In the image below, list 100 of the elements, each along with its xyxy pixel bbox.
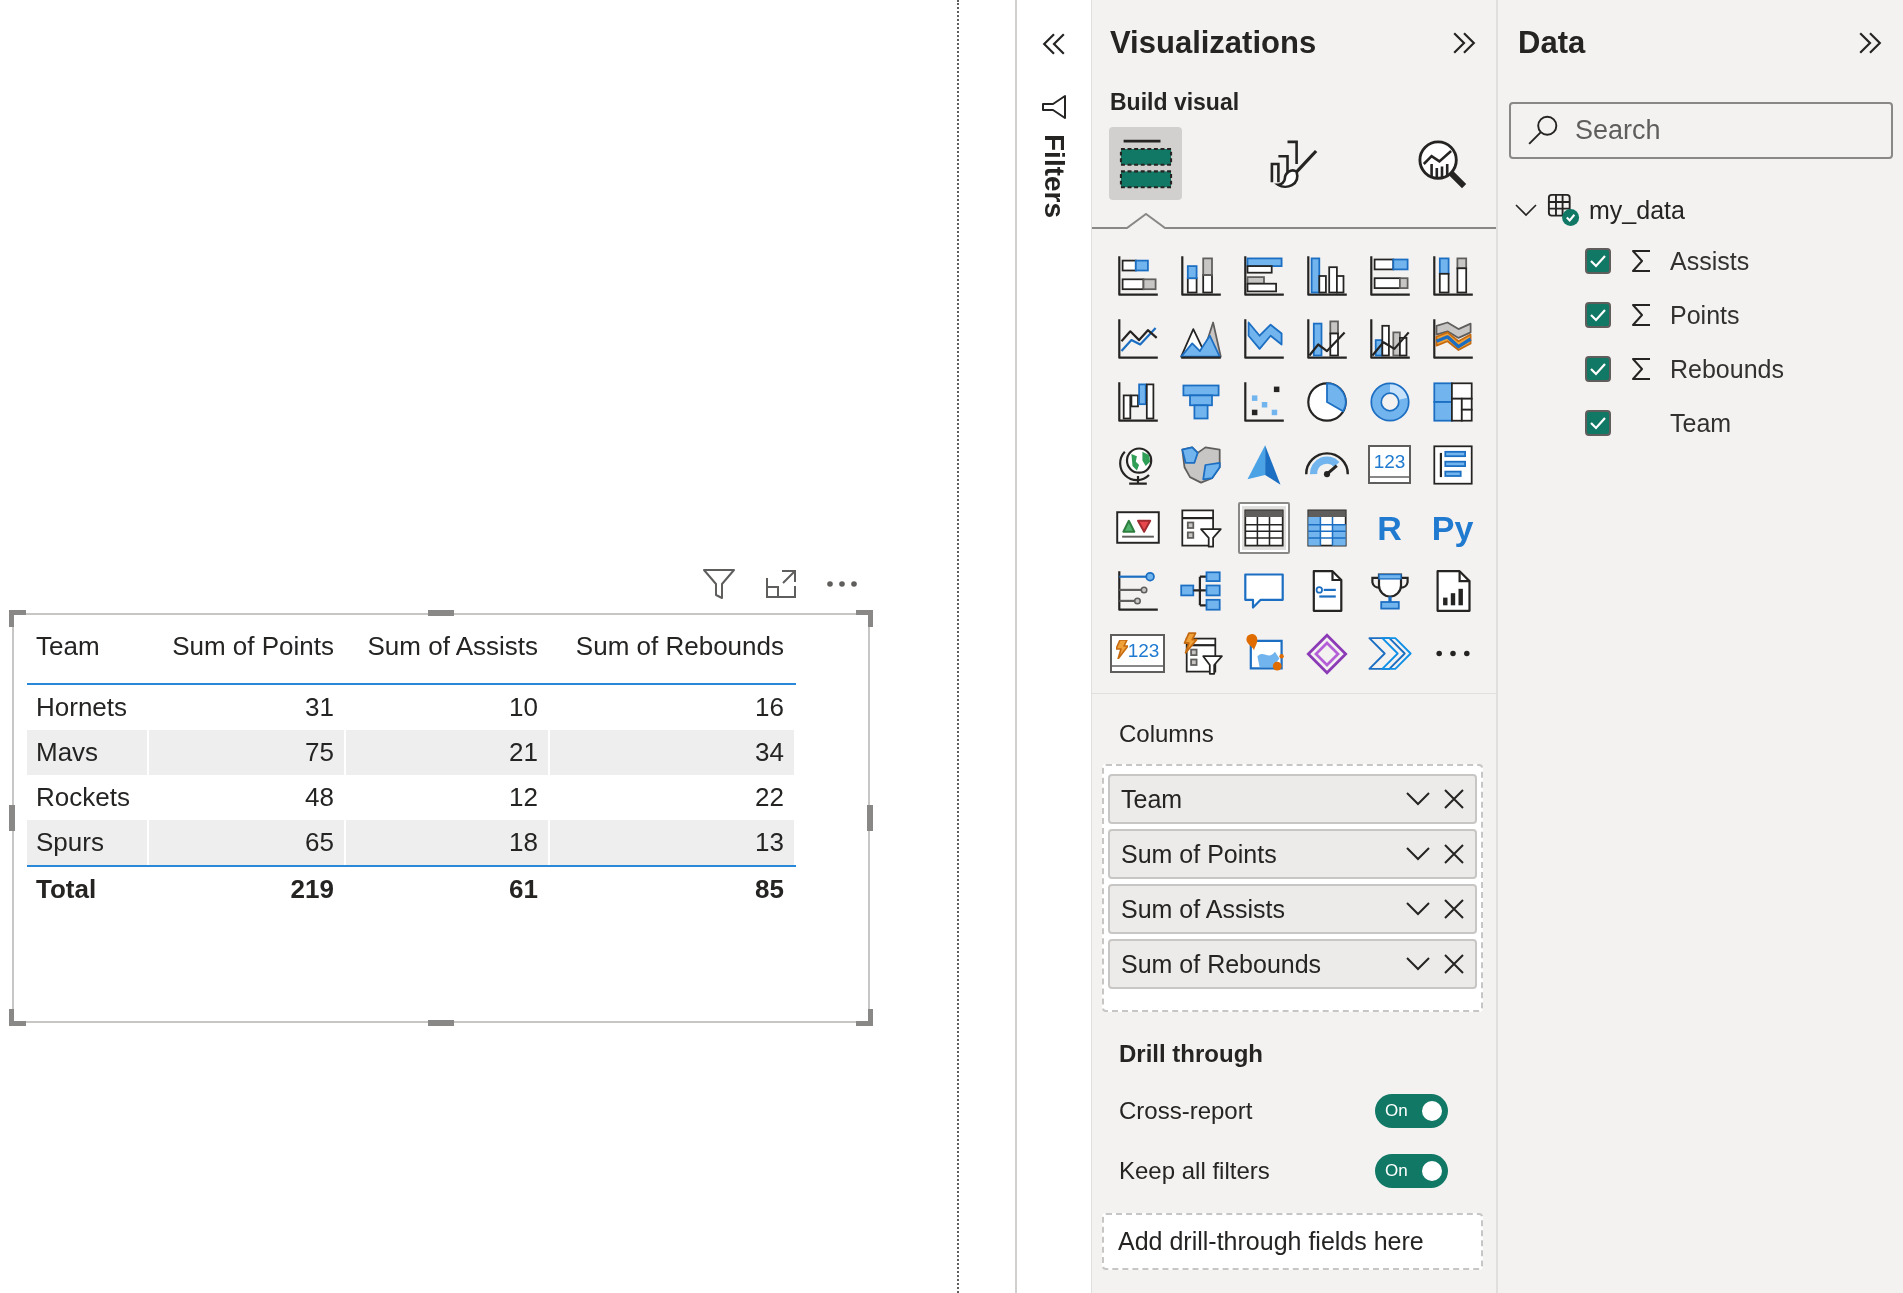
filters-pane-title[interactable]: Filters <box>1038 134 1070 219</box>
sigma-icon <box>1629 302 1653 328</box>
resize-handle[interactable] <box>867 805 873 831</box>
chevron-down-icon[interactable] <box>1405 956 1431 972</box>
toggle-switch[interactable]: On <box>1375 1154 1448 1188</box>
pane-title: Data <box>1518 25 1586 61</box>
checkbox[interactable] <box>1585 356 1611 382</box>
script-visual-button[interactable]: Py <box>1431 507 1474 548</box>
resize-handle[interactable] <box>428 610 454 616</box>
more-icon <box>1435 650 1470 657</box>
stacked-bar-chart-icon <box>1115 253 1160 298</box>
resize-handle[interactable] <box>9 1009 26 1026</box>
card-visual-button[interactable]: 123 <box>1109 634 1166 673</box>
table-cell: 34 <box>550 730 796 775</box>
pie-chart-icon <box>1304 379 1349 424</box>
chevron-icon[interactable] <box>1514 203 1538 217</box>
line-and-clustered-column-chart-icon <box>1367 316 1412 361</box>
resize-handle[interactable] <box>9 805 15 831</box>
search-field[interactable]: Search <box>1509 102 1893 159</box>
line-chart-icon <box>1115 316 1160 361</box>
section-title: Columns <box>1119 722 1214 746</box>
checkbox[interactable] <box>1585 410 1611 436</box>
field-name[interactable]: Team <box>1670 408 1732 438</box>
search-icon <box>1527 114 1559 146</box>
field-pill[interactable]: Sum of Rebounds <box>1108 939 1477 989</box>
multi-row-card-icon <box>1430 442 1475 487</box>
decomposition-tree-icon <box>1178 568 1223 613</box>
double-chevron-icon[interactable] <box>1042 32 1066 56</box>
resize-handle[interactable] <box>9 610 26 627</box>
kpi-icon <box>1115 511 1160 544</box>
donut-chart-icon <box>1367 379 1412 424</box>
ribbon-chart-icon <box>1430 316 1475 361</box>
column-header[interactable]: Sum of Assists <box>346 623 550 685</box>
close-icon[interactable] <box>1443 898 1465 920</box>
double-chevron-icon[interactable] <box>1858 31 1882 55</box>
sigma-icon <box>1629 356 1653 382</box>
stacked-column-chart-icon <box>1178 253 1223 298</box>
table-check-icon <box>1547 193 1581 227</box>
waterfall-chart-icon <box>1115 379 1160 424</box>
lightning-icon <box>1115 640 1128 659</box>
card-visual-button[interactable]: 123 <box>1367 445 1412 484</box>
table-cell-text: 31 <box>304 691 335 724</box>
field-pill[interactable]: Sum of Assists <box>1108 884 1477 934</box>
table-cell: Mavs <box>27 730 149 775</box>
drop-zone: Add drill-through fields here <box>1102 1213 1483 1270</box>
checkbox[interactable] <box>1585 248 1611 274</box>
resize-handle[interactable] <box>856 610 873 627</box>
toggle-label: Cross-report <box>1119 1097 1253 1125</box>
toggle-switch[interactable]: On <box>1375 1094 1448 1128</box>
field-pill[interactable]: Team <box>1108 774 1477 824</box>
field-name[interactable]: Assists <box>1670 246 1750 276</box>
total-cell: Total <box>27 865 149 911</box>
mode-tab[interactable] <box>1109 127 1182 200</box>
field-pill[interactable]: Sum of Points <box>1108 829 1477 879</box>
table-cell: 75 <box>149 730 346 775</box>
table-cell: 65 <box>149 820 346 865</box>
sigma-icon <box>1629 248 1653 274</box>
table-cell-text: Rockets <box>35 781 131 814</box>
chevron-icon <box>1367 637 1412 670</box>
treemap-icon <box>1430 379 1475 424</box>
close-icon[interactable] <box>1443 788 1465 810</box>
table-cell-text: 12 <box>508 781 539 814</box>
chevron-down-icon[interactable] <box>1405 791 1431 807</box>
clustered-bar-chart-icon <box>1241 253 1286 298</box>
total-cell: 219 <box>149 865 346 911</box>
column-header[interactable]: Team <box>27 623 149 685</box>
table-cell-text: 10 <box>508 691 539 724</box>
scatter-chart-icon <box>1241 379 1286 424</box>
table-cell: Spurs <box>27 820 149 865</box>
chevron-down-icon[interactable] <box>1405 846 1431 862</box>
close-icon[interactable] <box>1443 843 1465 865</box>
gauge-icon <box>1304 451 1349 478</box>
table-cell: 18 <box>346 820 550 865</box>
table-name[interactable]: my_data <box>1589 195 1685 225</box>
table-cell-text: 16 <box>754 691 785 724</box>
chevron-down-icon[interactable] <box>1405 901 1431 917</box>
more-icon[interactable] <box>826 580 858 588</box>
toggle-label: Keep all filters <box>1119 1157 1270 1185</box>
filter-icon[interactable] <box>1040 94 1068 120</box>
resize-handle[interactable] <box>856 1009 873 1026</box>
field-name[interactable]: Rebounds <box>1670 354 1784 384</box>
checkbox[interactable] <box>1585 302 1611 328</box>
section-title: Build visual <box>1110 88 1240 117</box>
pane-title: Visualizations <box>1110 25 1317 61</box>
total-cell: 85 <box>550 865 796 911</box>
column-header[interactable]: Sum of Points <box>149 623 346 685</box>
script-visual-button[interactable]: R <box>1377 507 1402 548</box>
resize-handle[interactable] <box>428 1020 454 1026</box>
visual-button[interactable] <box>1237 501 1290 554</box>
double-chevron-icon[interactable] <box>1452 31 1476 55</box>
stacked-area-chart-icon <box>1241 316 1286 361</box>
close-icon[interactable] <box>1443 953 1465 975</box>
section-title: Drill through <box>1119 1042 1263 1066</box>
focus-mode-icon[interactable] <box>765 569 797 599</box>
filter-icon[interactable] <box>702 567 736 601</box>
full-stacked-bar-chart-icon <box>1367 253 1412 298</box>
clustered-column-chart-icon <box>1304 253 1349 298</box>
line-and-stacked-column-chart-icon <box>1304 316 1349 361</box>
column-header[interactable]: Sum of Rebounds <box>550 623 796 685</box>
field-name[interactable]: Points <box>1670 300 1740 330</box>
